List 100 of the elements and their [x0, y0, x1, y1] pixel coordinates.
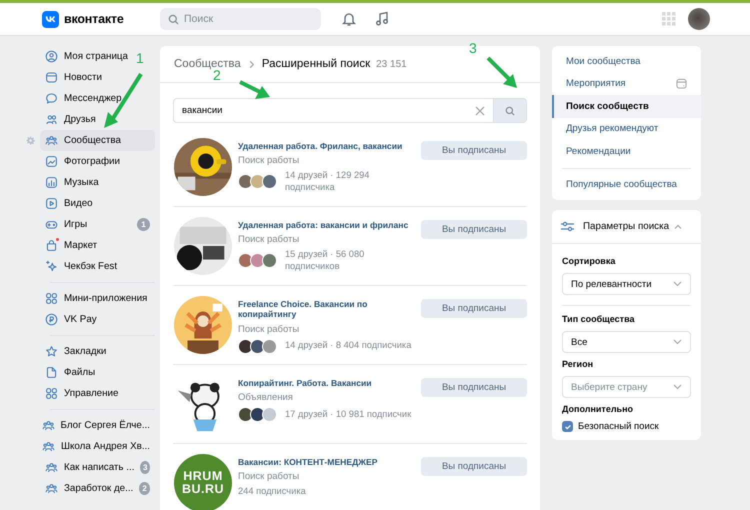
- nav-label: Видео: [64, 198, 93, 209]
- friend-avatar[interactable]: [250, 338, 265, 354]
- nav-item[interactable]: Сообщества: [40, 130, 155, 151]
- nav-item[interactable]: Моя страница: [40, 46, 133, 67]
- annotation-number: 2: [213, 67, 221, 83]
- apps-icon: [45, 292, 58, 305]
- sparkle-icon: [45, 260, 58, 273]
- nav-label: Школа Андрея Хв...: [61, 441, 150, 452]
- dropdown[interactable]: По релевантности: [562, 273, 691, 295]
- filter-label: Дополнительно: [562, 404, 634, 414]
- annotation-arrow: [486, 56, 517, 88]
- nav-item[interactable]: Новости: [40, 67, 107, 88]
- checkbox-label[interactable]: Безопасный поиск: [578, 421, 659, 432]
- nav-label: Как написать ...: [64, 462, 134, 473]
- community-title[interactable]: Удаленная работа. Фриланс, вакансии: [238, 141, 415, 152]
- subscribed-button[interactable]: Вы подписаны: [421, 457, 527, 476]
- nav-label: Мини-приложения: [64, 293, 148, 304]
- nav-item[interactable]: Блог Сергея Ёлче...: [36, 415, 155, 436]
- community-category: Поиск работы: [238, 234, 300, 246]
- count-badge: 3: [140, 461, 150, 474]
- people-icon: [42, 440, 55, 453]
- subscribed-button[interactable]: Вы подписаны: [421, 220, 527, 239]
- menu-item[interactable]: Рекомендации: [552, 140, 701, 162]
- menu-item[interactable]: Мои сообщества: [552, 50, 701, 72]
- subscribed-button[interactable]: Вы подписаны: [421, 141, 527, 160]
- nav-label: Новости: [64, 72, 102, 83]
- community-title[interactable]: Копирайтинг. Работа. Вакансии: [238, 378, 415, 388]
- annotation-arrow: [239, 80, 270, 99]
- nav-item[interactable]: Файлы: [40, 362, 100, 383]
- nav-item[interactable]: Заработок де... 2: [40, 478, 155, 499]
- nav-item[interactable]: Мини-приложения: [40, 288, 152, 309]
- nav-label: Игры: [64, 219, 88, 230]
- dropdown[interactable]: Все: [562, 331, 691, 353]
- people-icon: [45, 461, 58, 474]
- bell-icon[interactable]: [341, 11, 357, 27]
- menu-item[interactable]: Поиск сообществ: [552, 95, 701, 118]
- logo-icon[interactable]: [42, 10, 59, 28]
- nav-item[interactable]: Чекбэк Fest: [40, 256, 122, 277]
- friend-avatar[interactable]: [238, 338, 253, 354]
- chevron-down-icon: [673, 339, 682, 345]
- filter-label: Тип сообщества: [562, 314, 636, 324]
- logo-text[interactable]: вконтакте: [64, 12, 124, 26]
- music-note-icon[interactable]: [374, 11, 390, 27]
- search-field[interactable]: Поиск: [160, 8, 321, 30]
- nav-item[interactable]: Музыка: [40, 172, 104, 193]
- checkbox[interactable]: [562, 421, 573, 432]
- friend-avatar[interactable]: [238, 407, 253, 422]
- search-icon: [505, 106, 515, 116]
- calendar-icon[interactable]: [676, 78, 687, 90]
- count-badge: 2: [139, 482, 150, 495]
- friend-avatar[interactable]: [262, 174, 277, 190]
- community-category: Поиск работы: [238, 471, 300, 482]
- nav-label: Закладки: [64, 346, 106, 357]
- menu-item[interactable]: Популярные сообщества: [552, 174, 701, 196]
- video-icon: [45, 197, 58, 210]
- community-logo[interactable]: HRUM BU.RU: [174, 454, 232, 510]
- logo-text: HRUM: [183, 470, 223, 483]
- community-title[interactable]: Вакансии: КОНТЕНТ-МЕНЕДЖЕР: [238, 457, 415, 468]
- nav-label: Музыка: [64, 177, 99, 188]
- nav-label: Сообщества: [64, 135, 121, 146]
- nav-item[interactable]: Маркет: [40, 235, 102, 256]
- nav-item[interactable]: Видео: [40, 193, 98, 214]
- clear-icon[interactable]: [475, 106, 485, 116]
- breadcrumb-link[interactable]: Сообщества: [174, 58, 241, 70]
- friend-avatar[interactable]: [250, 407, 265, 422]
- nav-label: Маркет: [64, 240, 98, 251]
- nav-item[interactable]: Игры 1: [40, 214, 155, 235]
- caret-icon[interactable]: [674, 222, 682, 230]
- nav-label: Блог Сергея Ёлче...: [60, 420, 150, 431]
- user-avatar[interactable]: [688, 8, 710, 30]
- search-input[interactable]: Поиск: [184, 13, 304, 25]
- nav-label: Мессенджер: [64, 93, 122, 104]
- page-title: Расширенный поиск: [262, 58, 370, 70]
- nav-item[interactable]: Мессенджер: [40, 88, 127, 109]
- community-title[interactable]: Удаленная работа: вакансии и фриланс: [238, 220, 415, 230]
- gamepad-icon: [45, 218, 58, 231]
- nav-item[interactable]: VK Pay: [40, 309, 102, 330]
- nav-item[interactable]: Закладки: [40, 341, 112, 362]
- sliders-icon: [561, 221, 574, 232]
- nav-item[interactable]: Друзья: [40, 109, 101, 130]
- friend-avatar[interactable]: [250, 174, 265, 190]
- community-title[interactable]: Freelance Choice. Вакансии по копирайтингу: [238, 299, 415, 320]
- menu-item[interactable]: Мероприятия: [552, 72, 701, 95]
- search-field[interactable]: вакансии: [173, 98, 493, 123]
- nav-item[interactable]: Фотографии: [40, 151, 125, 172]
- search-button[interactable]: [493, 98, 527, 123]
- logo-text: BU.RU: [182, 483, 224, 496]
- filters-title[interactable]: Параметры поиска: [583, 221, 670, 232]
- subscribed-button[interactable]: Вы подписаны: [421, 299, 527, 318]
- nav-item[interactable]: Как написать ... 3: [40, 457, 155, 478]
- nav-label: Моя страница: [64, 51, 128, 62]
- nav-item[interactable]: Управление: [40, 383, 124, 404]
- filter-label: Регион: [562, 359, 594, 369]
- chat-icon: [45, 92, 58, 105]
- community-category: Объявления: [238, 392, 294, 404]
- subscribed-button[interactable]: Вы подписаны: [421, 378, 527, 397]
- star-icon: [45, 345, 58, 358]
- community-stats: 17 друзей · 10 981 подписчик: [285, 409, 412, 421]
- menu-item[interactable]: Друзья рекомендуют: [552, 118, 701, 140]
- nav-item[interactable]: Школа Андрея Хв...: [37, 436, 155, 457]
